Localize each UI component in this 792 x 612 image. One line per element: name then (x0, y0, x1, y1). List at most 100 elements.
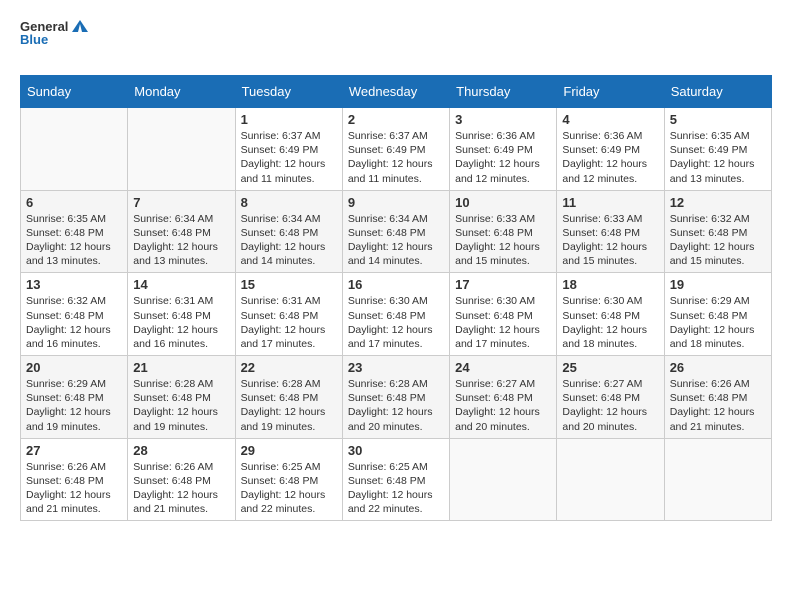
calendar-cell: 27 Sunrise: 6:26 AM Sunset: 6:48 PM Dayli… (21, 438, 128, 521)
day-info: Sunrise: 6:32 AM Sunset: 6:48 PM Dayligh… (26, 294, 122, 351)
day-number: 20 (26, 360, 122, 375)
logo: General Blue (20, 20, 70, 65)
calendar-cell: 18 Sunrise: 6:30 AM Sunset: 6:48 PM Dayli… (557, 273, 664, 356)
calendar-cell: 29Sunrise: 6:25 AM Sunset: 6:48 PM Dayli… (235, 438, 342, 521)
day-number: 23 (348, 360, 444, 375)
day-info: Sunrise: 6:30 AM Sunset: 6:48 PM Dayligh… (348, 294, 444, 351)
calendar-cell: 15 Sunrise: 6:31 AM Sunset: 6:48 PM Dayli… (235, 273, 342, 356)
calendar-cell: 20 Sunrise: 6:29 AM Sunset: 6:48 PM Dayli… (21, 356, 128, 439)
day-info: Sunrise: 6:34 AM Sunset: 6:48 PM Dayligh… (241, 212, 337, 269)
day-number: 5 (670, 112, 766, 127)
day-info: Sunrise: 6:27 AM Sunset: 6:48 PM Dayligh… (562, 377, 658, 434)
calendar-cell: 16 Sunrise: 6:30 AM Sunset: 6:48 PM Dayli… (342, 273, 449, 356)
day-info: Sunrise: 6:32 AM Sunset: 6:48 PM Dayligh… (670, 212, 766, 269)
week-row-4: 20 Sunrise: 6:29 AM Sunset: 6:48 PM Dayli… (21, 356, 772, 439)
day-info: Sunrise: 6:31 AM Sunset: 6:48 PM Dayligh… (241, 294, 337, 351)
weekday-header-friday: Friday (557, 76, 664, 108)
day-info: Sunrise: 6:26 AM Sunset: 6:48 PM Dayligh… (133, 460, 229, 517)
day-number: 21 (133, 360, 229, 375)
calendar-cell: 19 Sunrise: 6:29 AM Sunset: 6:48 PM Dayli… (664, 273, 771, 356)
weekday-header-saturday: Saturday (664, 76, 771, 108)
day-info: Sunrise: 6:36 AM Sunset: 6:49 PM Dayligh… (562, 129, 658, 186)
logo-graphic: General Blue (20, 20, 70, 65)
week-row-2: 6 Sunrise: 6:35 AM Sunset: 6:48 PM Daylig… (21, 190, 772, 273)
logo-chevron-icon (72, 20, 88, 32)
page-header: General Blue (20, 20, 772, 65)
day-number: 26 (670, 360, 766, 375)
day-info: Sunrise: 6:35 AM Sunset: 6:49 PM Dayligh… (670, 129, 766, 186)
calendar-cell (557, 438, 664, 521)
calendar-cell: 13 Sunrise: 6:32 AM Sunset: 6:48 PM Dayli… (21, 273, 128, 356)
day-number: 9 (348, 195, 444, 210)
calendar-cell: 9Sunrise: 6:34 AM Sunset: 6:48 PM Daylig… (342, 190, 449, 273)
day-info: Sunrise: 6:25 AM Sunset: 6:48 PM Dayligh… (348, 460, 444, 517)
calendar-cell (664, 438, 771, 521)
day-number: 16 (348, 277, 444, 292)
week-row-3: 13 Sunrise: 6:32 AM Sunset: 6:48 PM Dayli… (21, 273, 772, 356)
day-number: 24 (455, 360, 551, 375)
day-number: 15 (241, 277, 337, 292)
weekday-header-thursday: Thursday (450, 76, 557, 108)
calendar-cell: 8Sunrise: 6:34 AM Sunset: 6:48 PM Daylig… (235, 190, 342, 273)
day-info: Sunrise: 6:29 AM Sunset: 6:48 PM Dayligh… (26, 377, 122, 434)
weekday-header-row: SundayMondayTuesdayWednesdayThursdayFrid… (21, 76, 772, 108)
day-info: Sunrise: 6:31 AM Sunset: 6:48 PM Dayligh… (133, 294, 229, 351)
calendar-cell: 10 Sunrise: 6:33 AM Sunset: 6:48 PM Dayli… (450, 190, 557, 273)
day-number: 11 (562, 195, 658, 210)
calendar-cell: 5 Sunrise: 6:35 AM Sunset: 6:49 PM Daylig… (664, 108, 771, 191)
day-info: Sunrise: 6:25 AM Sunset: 6:48 PM Dayligh… (241, 460, 337, 517)
calendar-cell: 3Sunrise: 6:36 AM Sunset: 6:49 PM Daylig… (450, 108, 557, 191)
calendar-cell: 1 Sunrise: 6:37 AM Sunset: 6:49 PM Daylig… (235, 108, 342, 191)
day-number: 3 (455, 112, 551, 127)
day-info: Sunrise: 6:37 AM Sunset: 6:49 PM Dayligh… (241, 129, 337, 186)
day-number: 13 (26, 277, 122, 292)
calendar-cell: 14Sunrise: 6:31 AM Sunset: 6:48 PM Dayli… (128, 273, 235, 356)
weekday-header-tuesday: Tuesday (235, 76, 342, 108)
day-info: Sunrise: 6:29 AM Sunset: 6:48 PM Dayligh… (670, 294, 766, 351)
day-number: 6 (26, 195, 122, 210)
day-info: Sunrise: 6:28 AM Sunset: 6:48 PM Dayligh… (241, 377, 337, 434)
calendar-cell: 30 Sunrise: 6:25 AM Sunset: 6:48 PM Dayli… (342, 438, 449, 521)
day-info: Sunrise: 6:26 AM Sunset: 6:48 PM Dayligh… (26, 460, 122, 517)
day-number: 18 (562, 277, 658, 292)
calendar-cell: 22 Sunrise: 6:28 AM Sunset: 6:48 PM Dayli… (235, 356, 342, 439)
weekday-header-monday: Monday (128, 76, 235, 108)
day-number: 19 (670, 277, 766, 292)
weekday-header-wednesday: Wednesday (342, 76, 449, 108)
week-row-1: 1 Sunrise: 6:37 AM Sunset: 6:49 PM Daylig… (21, 108, 772, 191)
day-number: 12 (670, 195, 766, 210)
calendar-cell: 23Sunrise: 6:28 AM Sunset: 6:48 PM Dayli… (342, 356, 449, 439)
day-number: 30 (348, 443, 444, 458)
week-row-5: 27 Sunrise: 6:26 AM Sunset: 6:48 PM Dayli… (21, 438, 772, 521)
calendar-cell: 2 Sunrise: 6:37 AM Sunset: 6:49 PM Daylig… (342, 108, 449, 191)
calendar-cell: 25 Sunrise: 6:27 AM Sunset: 6:48 PM Dayli… (557, 356, 664, 439)
calendar-table: SundayMondayTuesdayWednesdayThursdayFrid… (20, 75, 772, 521)
calendar-cell: 6 Sunrise: 6:35 AM Sunset: 6:48 PM Daylig… (21, 190, 128, 273)
calendar-cell: 24 Sunrise: 6:27 AM Sunset: 6:48 PM Dayli… (450, 356, 557, 439)
calendar-cell: 21 Sunrise: 6:28 AM Sunset: 6:48 PM Dayli… (128, 356, 235, 439)
calendar-cell: 28 Sunrise: 6:26 AM Sunset: 6:48 PM Dayli… (128, 438, 235, 521)
calendar-cell (128, 108, 235, 191)
day-number: 28 (133, 443, 229, 458)
day-info: Sunrise: 6:33 AM Sunset: 6:48 PM Dayligh… (455, 212, 551, 269)
logo-blue: Blue (20, 33, 70, 46)
day-info: Sunrise: 6:27 AM Sunset: 6:48 PM Dayligh… (455, 377, 551, 434)
day-info: Sunrise: 6:37 AM Sunset: 6:49 PM Dayligh… (348, 129, 444, 186)
day-info: Sunrise: 6:34 AM Sunset: 6:48 PM Dayligh… (133, 212, 229, 269)
day-number: 7 (133, 195, 229, 210)
calendar-cell: 26Sunrise: 6:26 AM Sunset: 6:48 PM Dayli… (664, 356, 771, 439)
calendar-cell: 11 Sunrise: 6:33 AM Sunset: 6:48 PM Dayli… (557, 190, 664, 273)
logo-container: General Blue (20, 20, 70, 65)
day-number: 17 (455, 277, 551, 292)
day-info: Sunrise: 6:30 AM Sunset: 6:48 PM Dayligh… (562, 294, 658, 351)
day-info: Sunrise: 6:35 AM Sunset: 6:48 PM Dayligh… (26, 212, 122, 269)
day-number: 2 (348, 112, 444, 127)
day-number: 22 (241, 360, 337, 375)
day-number: 10 (455, 195, 551, 210)
day-number: 1 (241, 112, 337, 127)
day-number: 27 (26, 443, 122, 458)
day-info: Sunrise: 6:33 AM Sunset: 6:48 PM Dayligh… (562, 212, 658, 269)
calendar-cell: 12 Sunrise: 6:32 AM Sunset: 6:48 PM Dayli… (664, 190, 771, 273)
day-info: Sunrise: 6:28 AM Sunset: 6:48 PM Dayligh… (133, 377, 229, 434)
day-number: 25 (562, 360, 658, 375)
